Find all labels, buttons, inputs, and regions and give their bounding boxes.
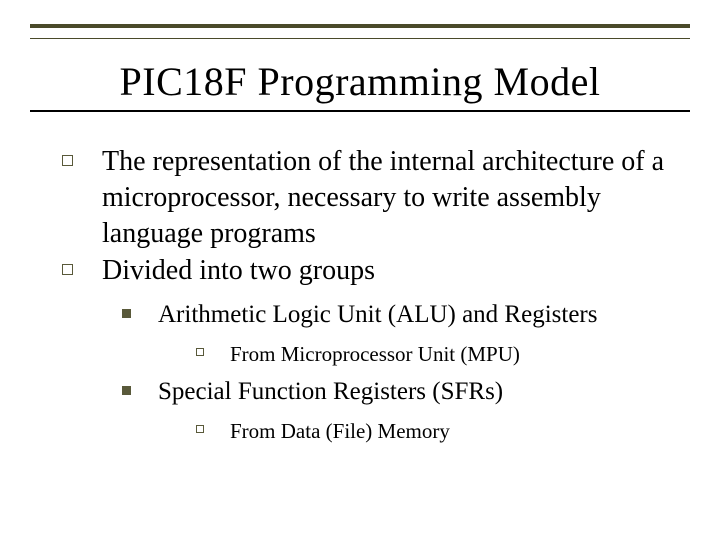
bullet-list-level3: From Microprocessor Unit (MPU) — [158, 341, 680, 368]
list-item: The representation of the internal archi… — [62, 144, 680, 251]
slide: PIC18F Programming Model The representat… — [0, 0, 720, 540]
list-item: Arithmetic Logic Unit (ALU) and Register… — [116, 299, 680, 368]
bullet-list-level3: From Data (File) Memory — [158, 418, 680, 445]
bullet-text: The representation of the internal archi… — [102, 146, 664, 249]
list-item: From Data (File) Memory — [186, 418, 680, 445]
bullet-text: Divided into two groups — [102, 255, 375, 286]
slide-title: PIC18F Programming Model — [0, 58, 720, 105]
list-item: Special Function Registers (SFRs) From D… — [116, 376, 680, 445]
bullet-text: Special Function Registers (SFRs) — [158, 378, 503, 405]
bullet-list-level1: The representation of the internal archi… — [62, 144, 680, 445]
bullet-text: From Data (File) Memory — [230, 419, 450, 443]
slide-body: The representation of the internal archi… — [62, 144, 680, 451]
bullet-list-level2: Arithmetic Logic Unit (ALU) and Register… — [102, 299, 680, 445]
top-rule — [30, 24, 690, 39]
list-item: From Microprocessor Unit (MPU) — [186, 341, 680, 368]
title-underline — [30, 110, 690, 112]
bullet-text: Arithmetic Logic Unit (ALU) and Register… — [158, 301, 597, 328]
bullet-text: From Microprocessor Unit (MPU) — [230, 342, 520, 366]
list-item: Divided into two groups Arithmetic Logic… — [62, 253, 680, 445]
